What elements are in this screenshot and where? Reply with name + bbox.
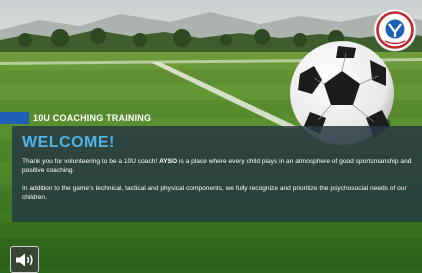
slide-title: WELCOME! — [22, 134, 115, 151]
section-banner: 10U COACHING TRAINING — [0, 112, 151, 124]
speaker-volume-icon — [15, 253, 33, 266]
mission-paragraph: In addition to the game's technical, tac… — [22, 185, 407, 201]
intro-text: Thank you for volunteering to be a 10U c… — [22, 158, 160, 165]
ayso-logo — [373, 8, 417, 52]
banner-label: 10U COACHING TRAINING — [33, 113, 152, 123]
intro-paragraph: Thank you for volunteering to be a 10U c… — [22, 157, 414, 175]
banner-accent-bar — [0, 112, 29, 124]
audio-toggle-button[interactable] — [10, 246, 39, 273]
slide: 10U COACHING TRAINING WELCOME! Thank you… — [0, 0, 422, 273]
brand-name: AYSO — [159, 158, 178, 165]
